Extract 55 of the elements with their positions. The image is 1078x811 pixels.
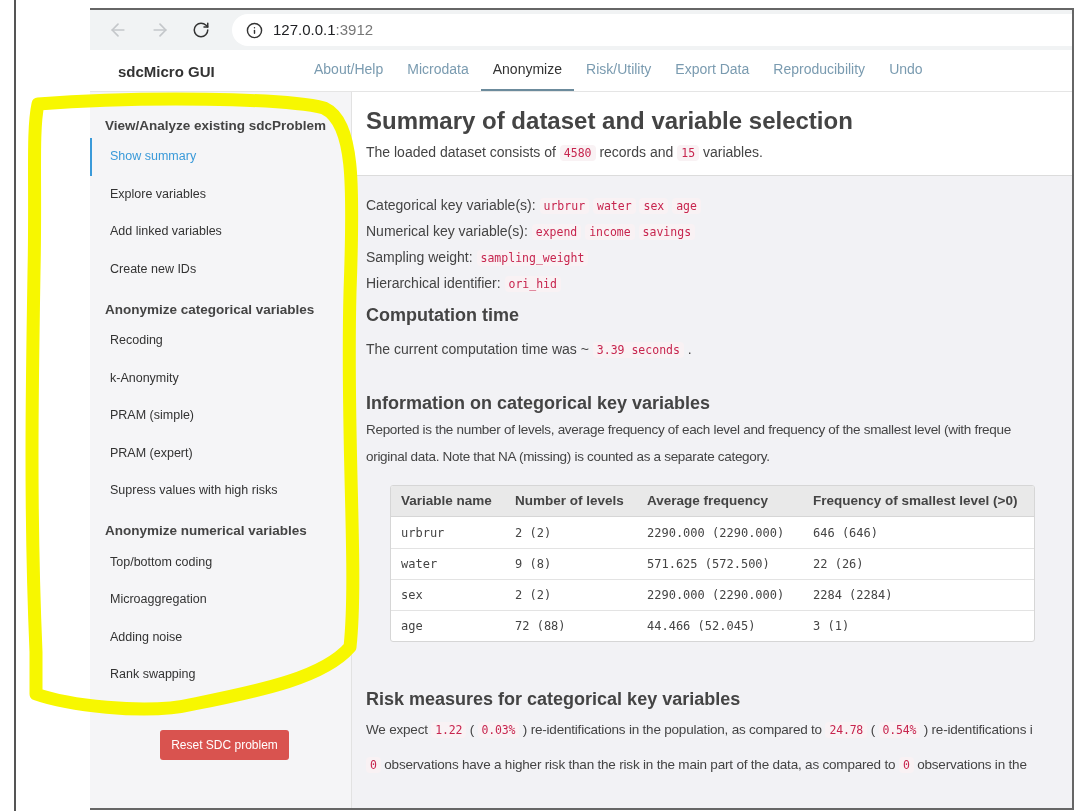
table-cell-text: 2290.000 (2290.000) <box>647 587 786 604</box>
sidebar-heading: Anonymize numerical variables <box>104 522 308 541</box>
sidebar-item[interactable]: Supress values with high risks <box>90 472 351 510</box>
sidebar-heading: Anonymize categorical variables <box>104 300 316 319</box>
table-cell-text: 44.466 (52.045) <box>647 618 757 635</box>
key-variables-line: Sampling weight: sampling_weight <box>366 244 1058 270</box>
sidebar-item[interactable]: Microaggregation <box>90 581 351 619</box>
table-cell-text: 3 (1) <box>813 618 851 635</box>
section-heading: Computation time <box>366 304 520 327</box>
info-text: original data. Note that NA (missing) is counted as a separate category. <box>366 448 771 467</box>
section-heading: Risk measures for categorical key variables <box>366 688 742 711</box>
sidebar-item[interactable]: PRAM (expert) <box>90 434 351 472</box>
info-text: Reported is the number of levels, average frequency of each level and frequency of the smallest level (with freque <box>366 421 1012 440</box>
sidebar-item[interactable]: Adding noise <box>90 618 351 656</box>
sidebar-item[interactable]: Explore variables <box>90 175 351 213</box>
sidebar-item[interactable]: k-Anonymity <box>90 359 351 397</box>
table-cell-text: age <box>401 618 424 635</box>
section-heading: Information on categorical key variables <box>366 392 712 415</box>
sidebar-item[interactable]: Rank swapping <box>90 656 351 694</box>
column-header: Number of levels <box>515 491 625 510</box>
table-cell-text: 2 (2) <box>515 587 553 604</box>
table-cell-text: 2284 (2284) <box>813 587 894 604</box>
table-cell-text: 2290.000 (2290.000) <box>647 524 786 542</box>
reload-icon[interactable] <box>192 21 210 39</box>
table-cell-text: 2 (2) <box>515 524 553 542</box>
sidebar-item[interactable]: Recoding <box>90 322 351 360</box>
info-icon <box>246 21 263 39</box>
table-cell-text: 9 (8) <box>515 556 553 573</box>
table-cell-text: 22 (26) <box>813 556 865 573</box>
key-variables-line: Categorical key variable(s): urbrur water sex age <box>366 192 1058 218</box>
column-header: Average frequency <box>647 491 770 510</box>
table-cell-text: 571.625 (572.500) <box>647 556 771 573</box>
table-cell-text: sex <box>401 587 424 604</box>
page-title: Summary of dataset and variable selection <box>366 106 854 136</box>
table-cell-text: 72 (88) <box>515 618 567 635</box>
sidebar-item[interactable]: PRAM (simple) <box>90 397 351 435</box>
table-cell-text: water <box>401 556 439 573</box>
url-text: 127.0.0.1:3912 <box>273 19 374 40</box>
sidebar-item[interactable]: Create new IDs <box>90 250 351 288</box>
sidebar-item[interactable]: Top/bottom coding <box>90 543 351 581</box>
key-variables-line: Hierarchical identifier: ori_hid <box>366 270 1058 296</box>
app-brand: sdcMicro GUI <box>118 62 215 83</box>
sidebar-heading: View/Analyze existing sdcProblem <box>104 116 328 135</box>
sidebar-item[interactable]: Add linked variables <box>90 213 351 251</box>
column-header: Frequency of smallest level (>0) <box>813 491 1019 510</box>
table-cell-text: urbrur <box>401 524 446 542</box>
key-variables-line: Numerical key variable(s): expend income savings <box>366 218 1058 244</box>
dataset-summary: The loaded dataset consists of 4580 records and 15 variables. <box>366 143 764 163</box>
risk-text: 0 observations have a higher risk than the risk in the main part of the data, as compared to 0 observations in the <box>366 748 1058 783</box>
reset-button[interactable]: Reset SDC problem <box>160 729 289 760</box>
computation-text: The current computation time was ~ 3.39 seconds . <box>366 340 693 360</box>
table-cell-text: 646 (646) <box>813 524 880 542</box>
address-bar[interactable]: 127.0.0.1:3912 <box>232 14 1072 46</box>
column-header: Variable name <box>401 491 493 510</box>
risk-text: We expect 1.22 ( 0.03% ) re-identifications in the population, as compared to 24.78 ( 0.54% ) re-identifications i <box>366 721 1034 741</box>
